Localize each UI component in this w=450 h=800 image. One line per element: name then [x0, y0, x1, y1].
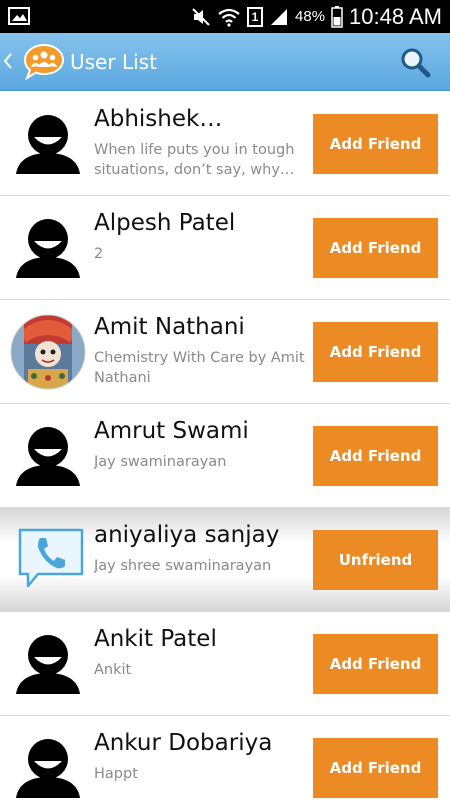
status-bar: 1 48% 10:48 AM — [0, 0, 450, 33]
user-row[interactable]: Ankit Patel Ankit Add Friend — [0, 612, 450, 716]
user-status: When life puts you in tough situations, … — [94, 142, 295, 178]
user-status: Chemistry With Care by Amit Nathani — [94, 350, 305, 386]
user-status: 2 — [94, 246, 104, 262]
battery-icon — [331, 5, 343, 28]
user-name: Abhishek… — [94, 106, 223, 132]
user-row[interactable]: Amit Nathani Chemistry With Care by Amit … — [0, 300, 450, 404]
user-name: Amit Nathani — [94, 314, 245, 340]
user-list: Abhishek… When life puts you in tough sit… — [0, 92, 450, 800]
user-row[interactable]: Abhishek… When life puts you in tough sit… — [0, 92, 450, 196]
user-name: Ankur Dobariya — [94, 730, 273, 756]
user-name: Amrut Swami — [94, 418, 249, 444]
add-friend-button[interactable]: Add Friend — [313, 738, 438, 798]
default-user-icon — [10, 418, 86, 494]
group-chat-logo-icon[interactable] — [22, 42, 66, 82]
chevron-left-icon[interactable] — [2, 50, 14, 72]
default-user-icon — [10, 210, 86, 286]
add-friend-button[interactable]: Add Friend — [313, 426, 438, 486]
action-bar: User List — [0, 33, 450, 91]
user-status: Ankit — [94, 662, 132, 678]
unfriend-button[interactable]: Unfriend — [313, 530, 438, 590]
user-name: Alpesh Patel — [94, 210, 236, 236]
user-name: Ankit Patel — [94, 626, 217, 652]
signal-icon — [271, 8, 288, 25]
battery-percent: 48% — [295, 8, 326, 25]
default-user-icon — [10, 730, 86, 800]
default-user-icon — [10, 626, 86, 702]
user-row[interactable]: Alpesh Patel 2 Add Friend — [0, 196, 450, 300]
add-friend-button[interactable]: Add Friend — [313, 114, 438, 174]
user-row[interactable]: Amrut Swami Jay swaminarayan Add Friend — [0, 404, 450, 508]
user-status: Jay swaminarayan — [94, 454, 227, 470]
status-icons: 1 48% 10:48 AM — [191, 0, 442, 33]
user-status: Happt — [94, 766, 138, 782]
add-friend-button[interactable]: Add Friend — [313, 634, 438, 694]
user-row[interactable]: Ankur Dobariya Happt Add Friend — [0, 716, 450, 800]
default-user-icon — [10, 106, 86, 182]
add-friend-button[interactable]: Add Friend — [313, 322, 438, 382]
wifi-icon — [218, 8, 240, 27]
gallery-notification-icon — [8, 6, 30, 26]
page-title: User List — [70, 50, 157, 74]
search-icon[interactable] — [398, 45, 432, 79]
clock: 10:48 AM — [349, 3, 442, 29]
add-friend-button[interactable]: Add Friend — [313, 218, 438, 278]
user-status: Jay shree swaminarayan — [94, 558, 272, 574]
user-name: aniyaliya sanjay — [94, 522, 280, 548]
mute-icon — [192, 7, 210, 26]
sim-badge: 1 — [247, 6, 264, 27]
user-row[interactable]: aniyaliya sanjay Jay shree swaminarayan Un… — [0, 508, 450, 612]
user-avatar-photo — [10, 314, 86, 390]
phone-chat-icon — [12, 520, 88, 596]
